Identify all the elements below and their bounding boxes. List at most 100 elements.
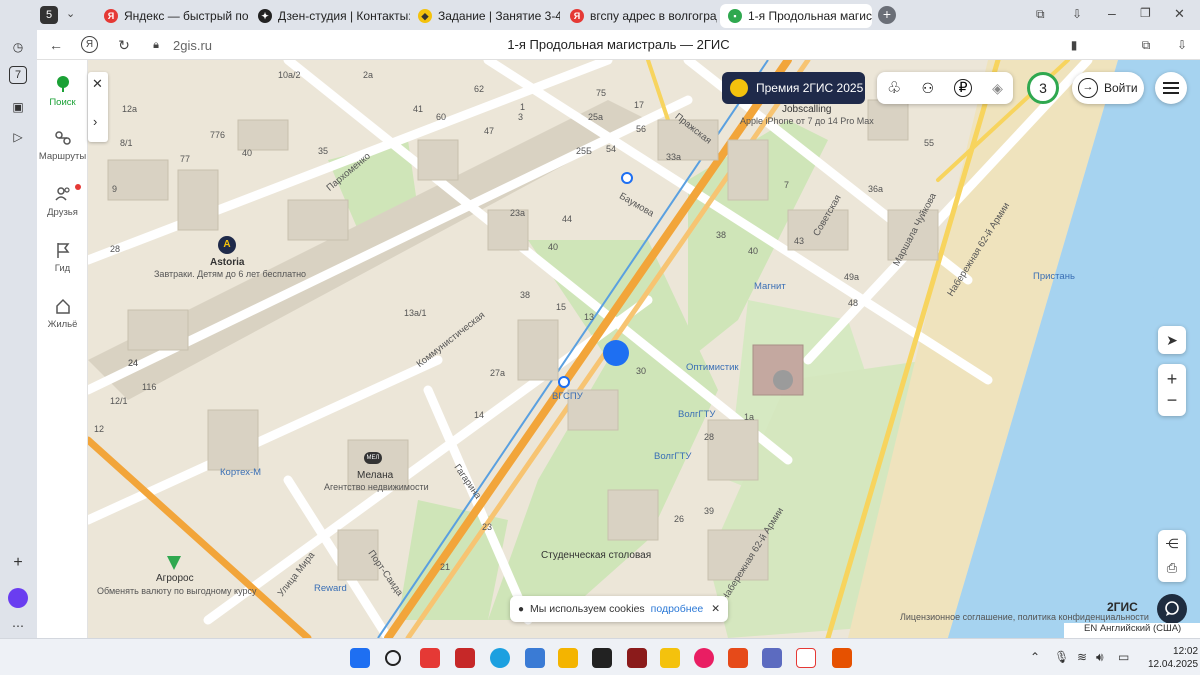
app-red-icon[interactable] — [832, 648, 852, 668]
award-icon — [730, 79, 748, 97]
app-icon[interactable] — [525, 648, 545, 668]
app-blue-icon[interactable] — [762, 648, 782, 668]
zoom-in-button[interactable]: + — [1167, 369, 1178, 390]
windows-start-icon[interactable] — [350, 648, 370, 668]
app-dark-icon[interactable] — [592, 648, 612, 668]
chevron-down-icon[interactable]: ⌄ — [66, 7, 75, 20]
app-orange-icon[interactable] — [728, 648, 748, 668]
place-melana[interactable]: Мелана — [357, 470, 393, 481]
chat-button[interactable] — [1157, 594, 1187, 624]
tab-count-badge[interactable]: 5 — [40, 6, 58, 24]
place-astoria[interactable]: Astoria — [210, 257, 244, 268]
rail-badge-icon[interactable]: 7 — [9, 66, 27, 84]
microphone-icon[interactable]: 🎙︎ — [1054, 650, 1069, 664]
language-indicator[interactable]: EN Английский (США) — [1064, 623, 1200, 638]
history-icon[interactable]: ◷ — [7, 36, 29, 58]
browser-tab-strip: 5 ⌄ Я Яндекс — быстрый поиск ✦ Дзен-студ… — [0, 0, 1200, 30]
poi-korteh-m[interactable]: Кортех-М — [220, 467, 261, 478]
map-layers-toolbar: ♧ ⚇ ₽ ◈ — [877, 72, 1013, 104]
reader-icon[interactable]: ⧉ — [1137, 36, 1155, 54]
share-icon[interactable]: ⋲ — [1166, 536, 1179, 552]
shield-app-icon[interactable] — [455, 648, 475, 668]
login-button[interactable]: → Войти — [1072, 72, 1144, 104]
minimize-button[interactable]: – — [1108, 5, 1116, 21]
page-title: 1-я Продольная магистраль — 2ГИС — [507, 37, 730, 52]
more-icon[interactable]: ⋯ — [7, 615, 29, 637]
play-icon[interactable]: ▷ — [7, 126, 29, 148]
sidebar-item-routes[interactable]: Маршруты — [37, 128, 88, 162]
notifications-badge[interactable]: 3 — [1027, 72, 1059, 104]
cookie-more-link[interactable]: подробнее — [651, 603, 704, 615]
yandex-browser-icon[interactable] — [420, 648, 440, 668]
edge-icon[interactable] — [490, 648, 510, 668]
navigation-arrow-icon: ➤ — [1166, 331, 1178, 348]
game-icon[interactable] — [627, 648, 647, 668]
bookmark-icon[interactable]: ▮ — [1065, 36, 1083, 54]
login-label: Войти — [1104, 81, 1138, 95]
astoria-marker-icon[interactable]: A — [218, 236, 236, 254]
flag-icon — [56, 243, 69, 258]
downloads-tray-icon[interactable]: ⇩ — [1173, 36, 1191, 54]
print-icon[interactable]: ⎙ — [1167, 560, 1177, 576]
place-jobscalling[interactable]: Jobscalling — [782, 104, 831, 115]
location-marker-icon[interactable] — [621, 172, 633, 184]
cookie-close-icon[interactable]: ✕ — [711, 603, 720, 615]
poi-vgspu[interactable]: ВГСПУ — [552, 391, 583, 402]
ruble-icon[interactable]: ₽ — [954, 79, 973, 97]
tab-2gis-active[interactable]: ▪ 1-я Продольная магис ✕ — [720, 4, 872, 28]
house-number: 75 — [596, 88, 607, 98]
close-icon[interactable]: ✕ — [92, 76, 103, 92]
hamburger-menu-button[interactable] — [1155, 72, 1187, 104]
license-link[interactable]: Лицензионное соглашение, политика конфид… — [900, 612, 1149, 622]
poi-pristan[interactable]: Пристань — [1033, 271, 1075, 282]
alice-icon[interactable] — [8, 588, 28, 608]
system-clock[interactable]: 12:02 12.04.2025 — [1148, 645, 1198, 671]
chevron-right-icon[interactable]: › — [93, 114, 97, 129]
chevron-up-icon[interactable]: ⌃ — [1030, 650, 1040, 664]
tree-icon[interactable]: ♧ — [887, 78, 901, 98]
poi-magnit[interactable]: Магнит — [754, 281, 786, 292]
bookmarks-icon[interactable]: ⧉ — [1036, 7, 1045, 22]
search-icon[interactable] — [385, 650, 401, 666]
vgspu-marker-icon[interactable] — [558, 376, 570, 388]
poi-reward[interactable]: Reward — [314, 583, 347, 594]
wifi-icon[interactable]: ≋ — [1077, 650, 1087, 664]
poi-optimistik[interactable]: Оптимистик — [686, 362, 739, 373]
folder-icon[interactable] — [558, 648, 578, 668]
house-number: 776 — [210, 130, 226, 140]
os-taskbar: ⌃ 🎙︎ ≋ 🔊︎ ▭ 12:02 12.04.2025 — [0, 638, 1200, 675]
poi-volggtu-1[interactable]: ВолгГТУ — [678, 409, 715, 420]
people-icon[interactable]: ⚇ — [921, 80, 934, 97]
restore-button[interactable]: ❐ — [1140, 6, 1151, 20]
poi-volggtu-2[interactable]: ВолгГТУ — [654, 451, 691, 462]
friends-icon — [54, 187, 70, 201]
sidebar-item-search[interactable]: Поиск — [37, 74, 88, 108]
sidebar-item-guide[interactable]: Гид — [37, 240, 88, 274]
layers-icon[interactable]: ◈ — [992, 80, 1003, 97]
house-number: 33a — [666, 152, 682, 162]
new-tab-button[interactable]: + — [878, 6, 896, 24]
tab-vgspu-search[interactable]: Я вгспу адрес в волгограде — [562, 4, 717, 28]
premium-banner-button[interactable]: Премия 2ГИС 2025 — [722, 72, 865, 104]
app-colorful-icon[interactable] — [694, 648, 714, 668]
house-number: 54 — [606, 144, 617, 154]
zoom-out-button[interactable]: − — [1167, 390, 1178, 411]
volume-icon[interactable]: 🔊︎ — [1096, 650, 1104, 665]
sidebar-item-housing[interactable]: Жильё — [37, 296, 88, 330]
downloads-icon[interactable]: ⇩ — [1072, 7, 1082, 21]
yandex-y-icon[interactable] — [796, 648, 816, 668]
tab-dzen-studio[interactable]: ✦ Дзен-студия | Контакты: — [250, 4, 410, 28]
app-yellow-icon[interactable] — [660, 648, 680, 668]
tab-yandex-search[interactable]: Я Яндекс — быстрый поиск — [96, 4, 248, 28]
sidebar-item-friends[interactable]: Друзья — [37, 184, 88, 218]
place-agroros[interactable]: Агророс — [156, 573, 194, 584]
tab-assignment[interactable]: ◆ Задание | Занятие 3-4. И — [410, 4, 560, 28]
add-icon[interactable]: + — [7, 552, 29, 574]
battery-icon[interactable]: ▭ — [1118, 650, 1129, 664]
media-icon[interactable]: ▣ — [7, 96, 29, 118]
melana-marker-icon[interactable]: МЕЛ — [364, 452, 382, 464]
map-canvas[interactable]: Astoria Завтраки. Детям до 6 лет бесплат… — [88, 60, 1200, 638]
place-student-canteen[interactable]: Студенческая столовая — [541, 550, 651, 561]
geolocate-button[interactable]: ➤ — [1158, 326, 1186, 354]
close-window-button[interactable]: ✕ — [1174, 6, 1185, 22]
